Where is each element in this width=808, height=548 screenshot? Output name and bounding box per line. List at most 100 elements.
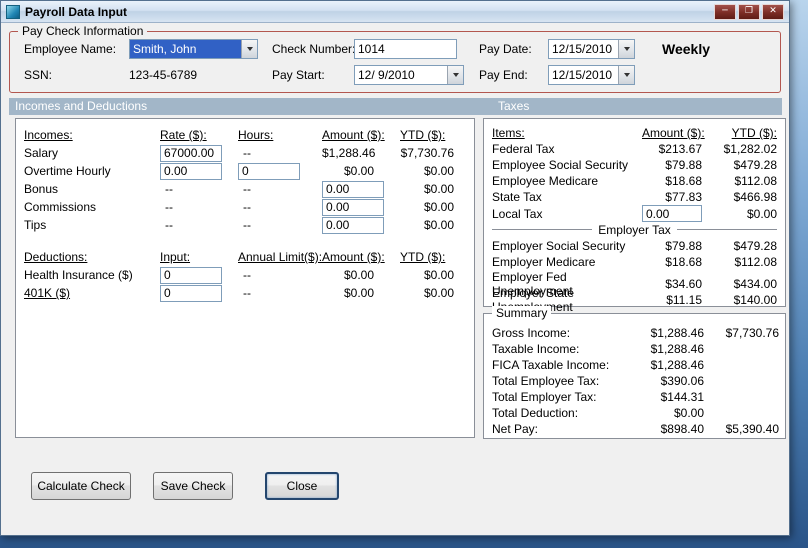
summary-row-gross-income: Gross Income: $1,288.46 $7,730.76	[492, 325, 779, 341]
save-check-button[interactable]: Save Check	[153, 472, 233, 500]
income-row-salary: Salary -- $1,288.46 $7,730.76	[24, 144, 474, 162]
minimize-button[interactable]: ─	[714, 3, 736, 20]
tax-ytd: $466.98	[733, 190, 777, 204]
income-row-commissions: Commissions -- -- $0.00	[24, 198, 474, 216]
pay-start-dropdown-button[interactable]	[447, 66, 463, 84]
summary-amount: $1,288.46	[650, 358, 704, 372]
income-hours: --	[243, 182, 251, 196]
check-number-input[interactable]	[354, 39, 457, 59]
summary-row-fica-taxable-income: FICA Taxable Income: $1,288.46	[492, 357, 777, 373]
close-window-button[interactable]: ✕	[762, 3, 784, 20]
maximize-button[interactable]: ❐	[738, 3, 760, 20]
tax-row-employer-social-security: Employer Social Security $79.88 $479.28	[492, 238, 777, 254]
tax-ytd: $112.08	[734, 255, 778, 269]
tax-ytd: $140.00	[733, 293, 777, 307]
paycheck-group-label: Pay Check Information	[18, 24, 148, 38]
salary-rate-input[interactable]	[160, 144, 222, 162]
summary-amount: $898.40	[660, 422, 704, 436]
deduction-limit: --	[243, 268, 251, 282]
pay-date-dropdown-button[interactable]	[618, 40, 634, 58]
commissions-amount-input[interactable]	[322, 198, 384, 216]
overtime-hours-input[interactable]	[238, 162, 300, 180]
income-row-bonus: Bonus -- -- $0.00	[24, 180, 474, 198]
summary-name: Total Deduction:	[492, 406, 579, 420]
summary-name: Gross Income:	[492, 326, 571, 340]
local-tax-input[interactable]	[642, 205, 702, 222]
summary-name: Taxable Income:	[492, 342, 580, 356]
pay-end-picker[interactable]: 12/15/2010	[548, 65, 635, 85]
amount-column-header: Amount ($):	[322, 250, 385, 264]
incomes-deductions-panel: Incomes: Rate ($): Hours: Amount ($): YT…	[15, 118, 475, 438]
title-bar[interactable]: Payroll Data Input ─ ❐ ✕	[1, 1, 789, 23]
chevron-down-icon	[623, 73, 630, 77]
pay-end-dropdown-button[interactable]	[618, 66, 634, 84]
summary-name: Total Employee Tax:	[492, 374, 600, 388]
pay-date-picker[interactable]: 12/15/2010	[548, 39, 635, 59]
amount-column-header: Amount ($):	[322, 128, 385, 142]
income-ytd: $0.00	[423, 182, 454, 196]
health-insurance-input[interactable]	[160, 266, 222, 284]
deduction-amount: $0.00	[343, 286, 374, 300]
income-rate: --	[165, 218, 173, 232]
calculate-check-button[interactable]: Calculate Check	[31, 472, 131, 500]
amount-column-header: Amount ($):	[642, 126, 705, 140]
deduction-row-401k: 401K ($) -- $0.00 $0.00	[24, 284, 474, 302]
income-name: Overtime Hourly	[24, 164, 111, 178]
taxes-panel: Items: Amount ($): YTD ($): Federal Tax …	[483, 118, 786, 314]
tax-name: Local Tax	[492, 206, 543, 221]
tax-amount: $18.68	[665, 174, 702, 188]
retirement-401k-input[interactable]	[160, 284, 222, 302]
paycheck-info-group: Pay Check Information Employee Name: Smi…	[9, 24, 781, 93]
tips-amount-input[interactable]	[322, 216, 384, 234]
rate-column-header: Rate ($):	[160, 128, 207, 142]
summary-row-total-employer-tax: Total Employer Tax: $144.31	[492, 389, 777, 405]
close-button[interactable]: Close	[265, 472, 339, 500]
summary-row-total-deduction: Total Deduction: $0.00	[492, 405, 777, 421]
tax-row-employee-medicare: Employee Medicare $18.68 $112.08	[492, 173, 777, 189]
summary-name: Net Pay:	[492, 422, 539, 436]
tax-amount: $79.88	[665, 158, 702, 172]
deduction-amount: $0.00	[343, 268, 374, 282]
tax-name: Employer Medicare	[492, 255, 596, 269]
window-title: Payroll Data Input	[25, 4, 128, 19]
employee-name-dropdown-button[interactable]	[241, 40, 257, 58]
income-name: Tips	[24, 218, 47, 232]
check-number-label: Check Number:	[272, 42, 356, 56]
pay-start-picker[interactable]: 12/ 9/2010	[354, 65, 464, 85]
annual-limit-column-header: Annual Limit($):	[238, 250, 323, 264]
payroll-window: Payroll Data Input ─ ❐ ✕ Pay Check Infor…	[0, 0, 790, 536]
taxes-section-title: Taxes	[498, 99, 530, 113]
summary-name: FICA Taxable Income:	[492, 358, 610, 372]
tax-ytd: $1,282.02	[723, 142, 777, 156]
income-name: Commissions	[24, 200, 97, 214]
section-header-bar: Incomes and Deductions Taxes	[9, 98, 782, 115]
tax-name: Employee Social Security	[492, 158, 629, 172]
income-row-overtime: Overtime Hourly $0.00 $0.00	[24, 162, 474, 180]
income-hours: --	[243, 146, 251, 160]
tax-amount: $11.15	[666, 293, 702, 307]
pay-date-value: 12/15/2010	[552, 42, 613, 56]
employee-name-combobox[interactable]: Smith, John	[129, 39, 258, 59]
input-column-header: Input:	[160, 250, 191, 264]
summary-group-label: Summary	[492, 306, 552, 320]
incomes-header-row: Incomes: Rate ($): Hours: Amount ($): YT…	[24, 126, 474, 144]
tax-name: Employee Medicare	[492, 174, 599, 188]
pay-end-label: Pay End:	[479, 68, 528, 82]
window-controls: ─ ❐ ✕	[714, 3, 784, 20]
income-hours: --	[243, 200, 251, 214]
overtime-rate-input[interactable]	[160, 162, 222, 180]
income-amount: $0.00	[343, 164, 374, 178]
summary-group: Summary Gross Income: $1,288.46 $7,730.7…	[483, 306, 786, 439]
employee-name-value: Smith, John	[130, 40, 241, 58]
pay-frequency-label: Weekly	[662, 41, 710, 57]
income-rate: --	[165, 200, 173, 214]
income-name: Salary	[24, 146, 59, 160]
income-ytd: $0.00	[423, 200, 454, 214]
tax-row-employer-fed-unemployment: Employer Fed Unemployment $34.60 $434.00	[492, 270, 777, 298]
income-name: Bonus	[24, 182, 59, 196]
tax-name: Employer Social Security	[492, 239, 626, 253]
bonus-amount-input[interactable]	[322, 180, 384, 198]
tax-amount: $79.88	[665, 239, 702, 253]
income-ytd: $7,730.76	[400, 146, 454, 160]
incomes-deductions-section-title: Incomes and Deductions	[15, 99, 148, 113]
